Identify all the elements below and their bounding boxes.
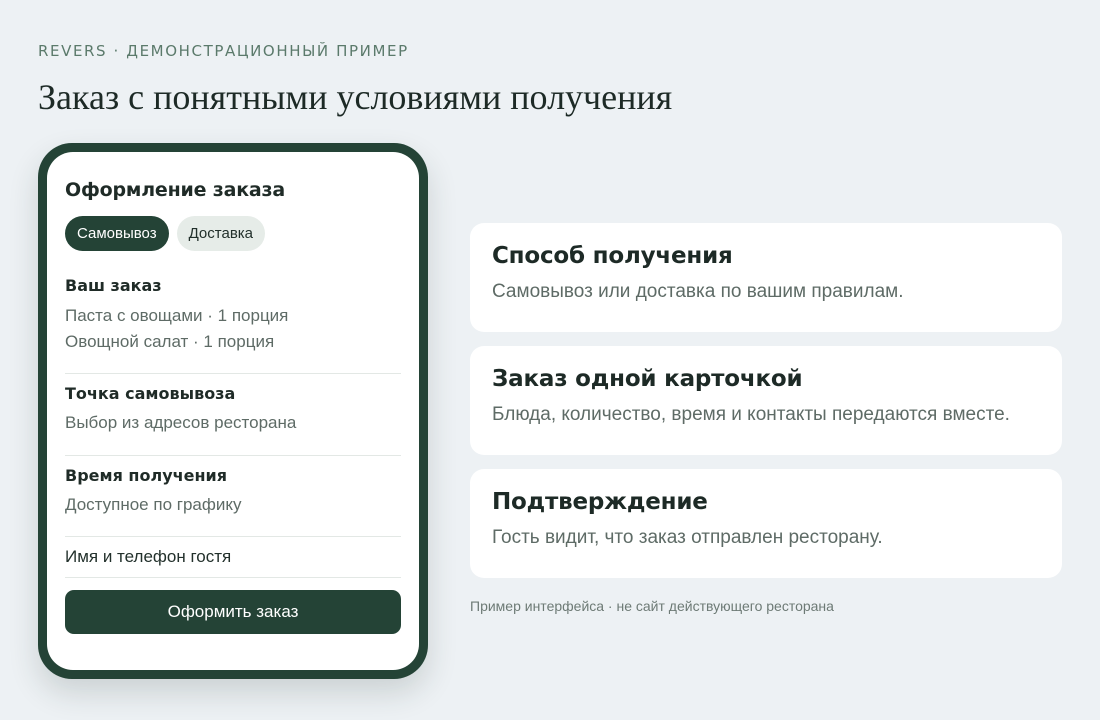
order-section: Ваш заказ Паста с овощами · 1 порция Ово…	[65, 276, 401, 355]
order-item: Овощной салат · 1 порция	[65, 332, 275, 351]
pickup-time-value: Доступное по графику	[65, 495, 242, 514]
feature-cards: Способ получения Самовывоз или доставка …	[470, 223, 1062, 592]
feature-card: Подтверждение Гость видит, что заказ отп…	[470, 469, 1062, 578]
feature-card-title: Заказ одной карточкой	[492, 366, 803, 392]
order-heading: Ваш заказ	[65, 276, 162, 295]
place-order-button[interactable]: Оформить заказ	[65, 590, 401, 634]
divider	[65, 373, 401, 374]
disclaimer-note: Пример интерфейса · не сайт действующего…	[470, 598, 834, 614]
pickup-time-heading: Время получения	[65, 466, 227, 485]
guest-contact-field[interactable]: Имя и телефон гостя	[65, 547, 401, 577]
pickup-time-section[interactable]: Время получения Доступное по графику	[65, 466, 401, 518]
divider	[65, 455, 401, 456]
page: REVERS · ДЕМОНСТРАЦИОННЫЙ ПРИМЕР Заказ с…	[0, 0, 1100, 720]
checkout-title: Оформление заказа	[65, 179, 285, 201]
receive-method-toggle: Самовывоз Доставка	[65, 216, 401, 251]
feature-card-title: Подтверждение	[492, 489, 708, 515]
tab-pickup[interactable]: Самовывоз	[65, 216, 169, 251]
eyebrow-label: REVERS · ДЕМОНСТРАЦИОННЫЙ ПРИМЕР	[38, 42, 409, 60]
pickup-point-value: Выбор из адресов ресторана	[65, 413, 297, 432]
page-title: Заказ с понятными условиями получения	[38, 77, 673, 117]
divider	[65, 536, 401, 537]
feature-card: Способ получения Самовывоз или доставка …	[470, 223, 1062, 332]
pickup-point-heading: Точка самовывоза	[65, 384, 236, 403]
pickup-point-section[interactable]: Точка самовывоза Выбор из адресов рестор…	[65, 384, 401, 436]
phone-screen: Оформление заказа Самовывоз Доставка Ваш…	[47, 152, 419, 670]
feature-card-title: Способ получения	[492, 243, 733, 269]
phone-mockup: Оформление заказа Самовывоз Доставка Ваш…	[38, 143, 428, 679]
feature-card: Заказ одной карточкой Блюда, количество,…	[470, 346, 1062, 455]
feature-card-text: Блюда, количество, время и контакты пере…	[492, 404, 1010, 425]
tab-delivery[interactable]: Доставка	[176, 216, 266, 251]
feature-card-text: Гость видит, что заказ отправлен рестора…	[492, 527, 883, 548]
order-item: Паста с овощами · 1 порция	[65, 306, 289, 325]
divider	[65, 577, 401, 578]
feature-card-text: Самовывоз или доставка по вашим правилам…	[492, 281, 904, 302]
